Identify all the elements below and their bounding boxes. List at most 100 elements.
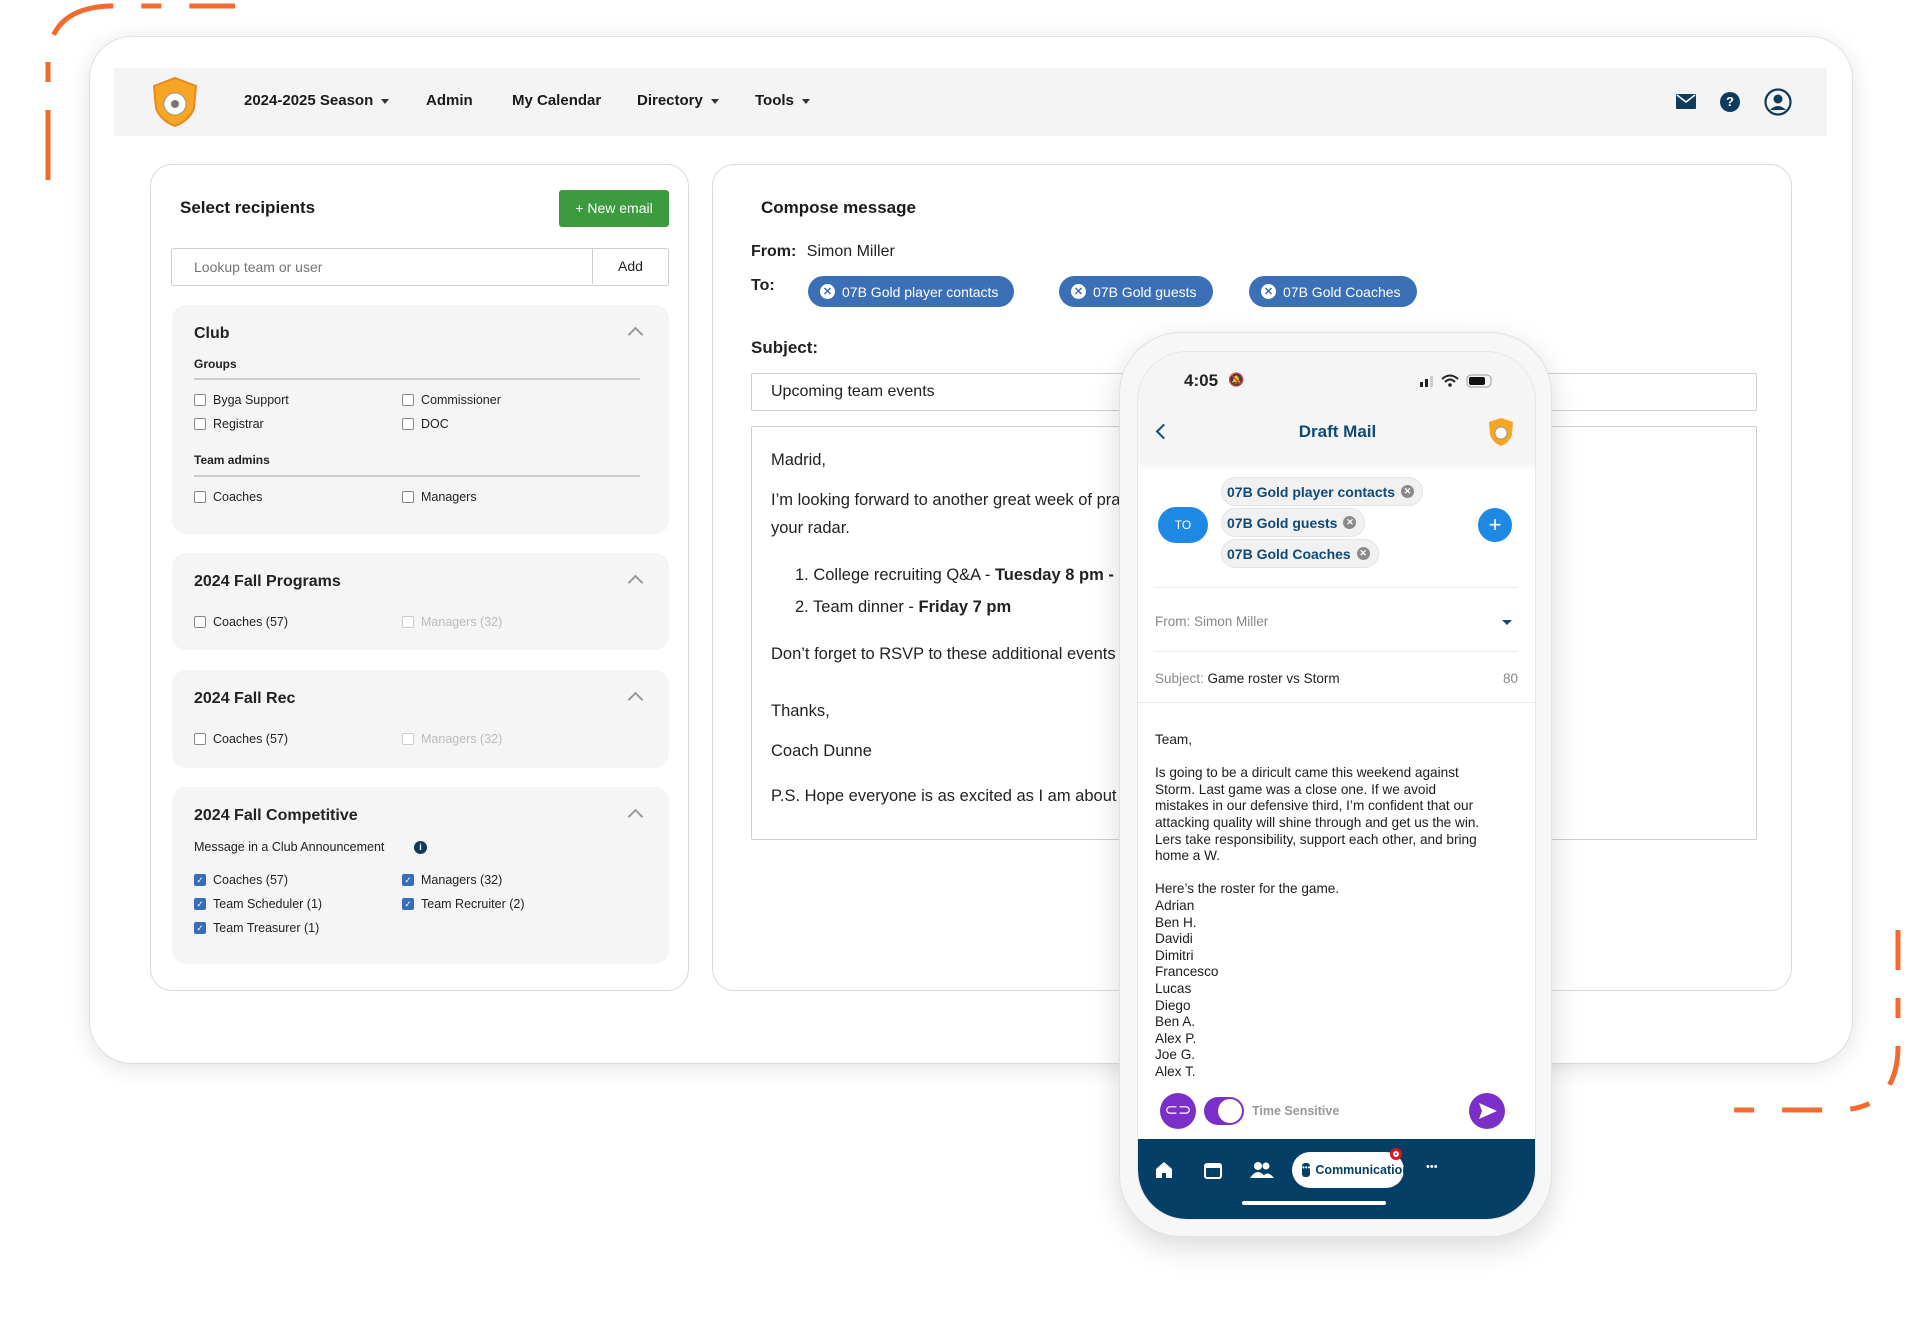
bottom-tab-bar: ••• Communication ••• — [1138, 1139, 1535, 1219]
checkbox[interactable] — [402, 418, 414, 430]
caret-down-icon — [381, 98, 390, 108]
remove-chip-icon[interactable]: ✕ — [1261, 284, 1276, 299]
info-icon[interactable]: i — [414, 841, 427, 854]
status-time: 4:05 — [1184, 371, 1219, 390]
checkbox-team-scheduler[interactable]: ✓ Team Scheduler (1) — [194, 897, 322, 911]
checkbox-label: Team Treasurer (1) — [213, 921, 320, 935]
checkmark-icon[interactable]: ✓ — [402, 898, 414, 910]
club-logo — [1489, 418, 1513, 446]
from-label: From: — [751, 243, 797, 260]
nav-admin[interactable]: Admin — [426, 92, 473, 109]
checkbox-managers[interactable]: ✓ Managers (32) — [402, 873, 502, 887]
checkmark-icon[interactable]: ✓ — [194, 922, 206, 934]
remove-chip-icon[interactable]: ✕ — [820, 284, 835, 299]
attachment-icon[interactable]: ⊂⊃ — [1160, 1093, 1196, 1129]
time-sensitive-toggle[interactable] — [1204, 1097, 1244, 1125]
checkbox-label: Team Recruiter (2) — [421, 897, 525, 911]
remove-chip-icon[interactable]: ✕ — [1343, 516, 1357, 529]
home-icon[interactable] — [1155, 1161, 1173, 1179]
recipient-chip[interactable]: 07B Gold guests ✕ — [1221, 508, 1366, 537]
chevron-up-icon[interactable] — [627, 691, 644, 708]
nav-label: 2024-2025 Season — [244, 92, 374, 109]
phone-screen: 4:05 🔕 Draft Mail TO 07B Gold player con… — [1137, 351, 1536, 1220]
time-sensitive-label: Time Sensitive — [1252, 1104, 1340, 1118]
home-indicator — [1242, 1201, 1386, 1205]
section-fall-programs: 2024 Fall Programs Coaches (57) Managers… — [172, 553, 669, 650]
checkbox-managers: Managers (32) — [402, 615, 502, 629]
nav-tools[interactable]: Tools — [755, 92, 810, 109]
user-icon[interactable] — [1764, 88, 1792, 116]
people-icon[interactable] — [1250, 1160, 1274, 1180]
body-line: P.S. Hope everyone is as excited as I am… — [771, 787, 1135, 805]
recipient-chip[interactable]: ✕ 07B Gold player contacts — [808, 276, 1015, 307]
to-label: To: — [751, 277, 775, 294]
tab-communication[interactable]: ••• Communication — [1292, 1148, 1410, 1188]
checkbox[interactable] — [402, 491, 414, 503]
recipient-chip[interactable]: 07B Gold Coaches ✕ — [1221, 539, 1379, 568]
add-button[interactable]: Add — [592, 249, 668, 284]
checkbox-managers[interactable]: Managers — [402, 490, 477, 504]
remove-chip-icon[interactable]: ✕ — [1071, 284, 1086, 299]
checkbox-team-treasurer[interactable]: ✓ Team Treasurer (1) — [194, 921, 319, 935]
body-signature: Coach Dunne — [771, 742, 872, 760]
chevron-up-icon[interactable] — [627, 808, 644, 825]
team-admins-label: Team admins — [194, 453, 270, 467]
checkbox-label: Coaches — [213, 490, 263, 504]
calendar-icon[interactable] — [1204, 1161, 1222, 1179]
send-button[interactable] — [1469, 1093, 1505, 1129]
top-nav: 2024-2025 Season Admin My Calendar Direc… — [114, 68, 1827, 136]
checkbox-registrar[interactable]: Registrar — [194, 417, 264, 431]
subject-value: Game roster vs Storm — [1207, 671, 1340, 686]
body-list-item: 2. Team dinner - Friday 7 pm — [795, 598, 1011, 617]
remove-chip-icon[interactable]: ✕ — [1356, 547, 1370, 560]
add-recipient-button[interactable]: + — [1478, 508, 1512, 542]
checkbox[interactable] — [194, 491, 206, 503]
help-icon[interactable]: ? — [1720, 92, 1740, 112]
checkbox-coaches[interactable]: Coaches (57) — [194, 732, 288, 746]
checkmark-icon[interactable]: ✓ — [194, 898, 206, 910]
lookup-input[interactable] — [172, 249, 592, 284]
section-title: 2024 Fall Rec — [194, 690, 296, 707]
checkmark-icon[interactable]: ✓ — [402, 874, 414, 886]
subject-field[interactable]: Subject: Game roster vs Storm — [1155, 671, 1340, 686]
nav-directory[interactable]: Directory — [637, 92, 719, 109]
chip-label: 07B Gold Coaches — [1227, 545, 1351, 562]
subject-char-count: 80 — [1502, 671, 1518, 686]
checkbox-coaches[interactable]: ✓ Coaches (57) — [194, 873, 288, 887]
nav-my-calendar[interactable]: My Calendar — [512, 92, 601, 109]
checkbox[interactable] — [194, 418, 206, 430]
divider — [1138, 702, 1535, 703]
recipient-chip[interactable]: ✕ 07B Gold Coaches — [1249, 276, 1417, 307]
checkbox-doc[interactable]: DOC — [402, 417, 449, 431]
mail-icon[interactable] — [1676, 94, 1696, 109]
recipient-chip[interactable]: 07B Gold player contacts ✕ — [1221, 477, 1424, 506]
section-fall-competitive: 2024 Fall Competitive Message in a Club … — [172, 787, 669, 964]
checkbox[interactable] — [194, 394, 206, 406]
checkbox — [402, 733, 414, 745]
more-icon[interactable]: ••• — [1426, 1161, 1438, 1173]
checkbox-coaches[interactable]: Coaches (57) — [194, 615, 288, 629]
checkbox-byga-support[interactable]: Byga Support — [194, 393, 289, 407]
mail-body[interactable]: Team, Is going to be a diricult came thi… — [1155, 732, 1479, 1080]
nav-season[interactable]: 2024-2025 Season — [244, 92, 390, 109]
chevron-up-icon[interactable] — [627, 326, 644, 343]
remove-chip-icon[interactable]: ✕ — [1401, 485, 1415, 498]
new-email-button[interactable]: + New email — [559, 190, 669, 227]
to-button[interactable]: TO — [1158, 507, 1208, 543]
caret-down-icon[interactable] — [1502, 620, 1512, 630]
caret-down-icon — [801, 98, 810, 108]
checkbox[interactable] — [194, 733, 206, 745]
checkbox-coaches[interactable]: Coaches — [194, 490, 262, 504]
checkmark-icon[interactable]: ✓ — [194, 874, 206, 886]
checkbox-team-recruiter[interactable]: ✓ Team Recruiter (2) — [402, 897, 525, 911]
checkbox-commissioner[interactable]: Commissioner — [402, 393, 501, 407]
from-select[interactable]: From: Simon Miller — [1155, 614, 1268, 629]
chevron-up-icon[interactable] — [627, 574, 644, 591]
chat-icon: ••• — [1302, 1163, 1311, 1177]
club-logo[interactable] — [152, 76, 198, 128]
checkbox[interactable] — [194, 616, 206, 628]
from-value: Simon Miller — [806, 243, 895, 260]
recipient-chip[interactable]: ✕ 07B Gold guests — [1059, 276, 1213, 307]
section-title: Club — [194, 325, 230, 342]
checkbox[interactable] — [402, 394, 414, 406]
